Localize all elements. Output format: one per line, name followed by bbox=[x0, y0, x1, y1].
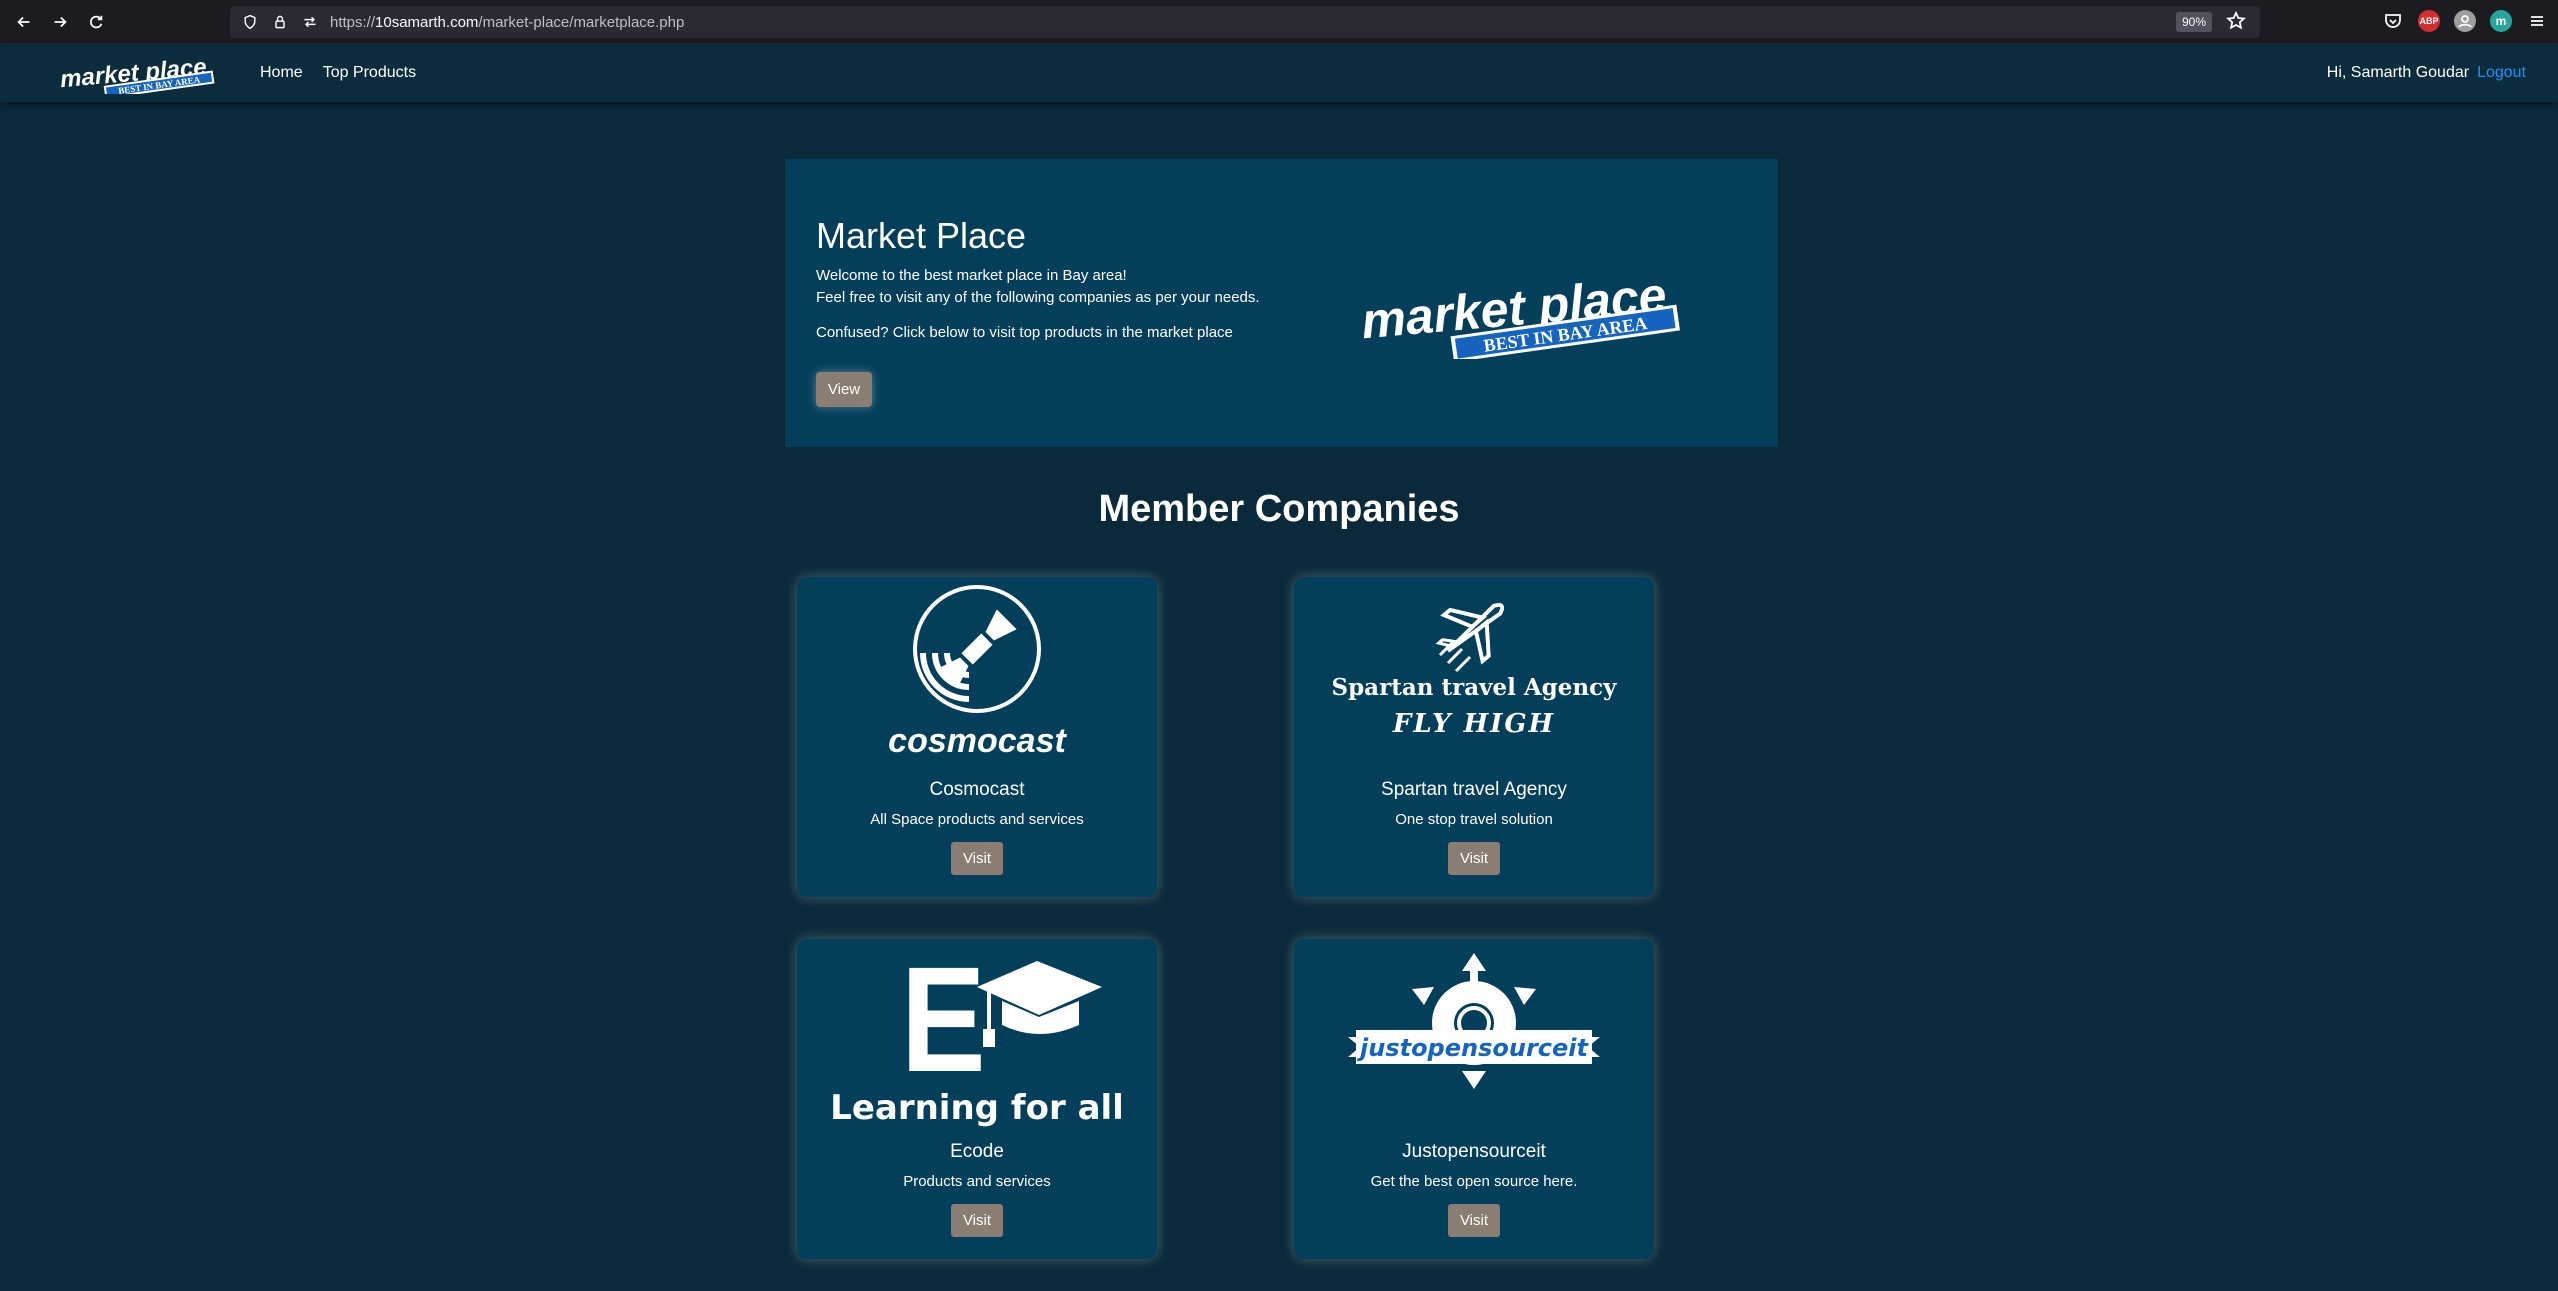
spartan-travel-logo: Spartan travel Agency FLY HIGH bbox=[1331, 602, 1617, 739]
permissions-icon[interactable] bbox=[296, 8, 324, 36]
member-companies-title: Member Companies bbox=[1098, 488, 1460, 530]
logout-link[interactable]: Logout bbox=[2477, 64, 2526, 82]
user-greeting: Hi, Samarth Goudar bbox=[2326, 64, 2470, 81]
url-scheme: https:// bbox=[330, 13, 376, 31]
ecode-logo: E Learning for all bbox=[830, 939, 1124, 1128]
company-description: Get the best open source here. bbox=[1370, 1173, 1578, 1190]
cosmocast-logo-text: cosmocast bbox=[888, 722, 1067, 760]
extension-m-icon[interactable]: m bbox=[2490, 10, 2512, 32]
reload-button[interactable] bbox=[78, 4, 114, 40]
company-description: One stop travel solution bbox=[1395, 811, 1553, 828]
company-description: Products and services bbox=[903, 1173, 1051, 1190]
company-card-cosmocast: cosmocast Cosmocast All Space products a… bbox=[797, 577, 1157, 897]
view-button[interactable]: View bbox=[816, 372, 872, 407]
company-card-ecode: E Learning for all Ecode Products and se… bbox=[797, 939, 1157, 1259]
cosmocast-logo: cosmocast bbox=[888, 585, 1067, 760]
hamburger-menu-icon[interactable] bbox=[2526, 10, 2548, 32]
company-name: Justopensourceit bbox=[1402, 1141, 1546, 1162]
address-bar[interactable]: https://10samarth.com/market-place/marke… bbox=[230, 6, 2260, 38]
nav-link-top-products[interactable]: Top Products bbox=[323, 64, 416, 82]
forward-arrow-icon bbox=[54, 16, 67, 27]
hero-panel: Market Place Welcome to the best market … bbox=[785, 159, 1778, 447]
url-text[interactable]: https://10samarth.com/market-place/marke… bbox=[330, 14, 684, 31]
browser-toolbar: https://10samarth.com/market-place/marke… bbox=[0, 0, 2558, 44]
navbar-logo[interactable]: market place BEST IN BAY AREA bbox=[60, 54, 216, 94]
visit-button-spartan-travel[interactable]: Visit bbox=[1448, 842, 1500, 875]
hero-logo: market place BEST IN BAY AREA bbox=[1359, 267, 1680, 359]
pocket-icon[interactable] bbox=[2382, 10, 2404, 32]
gear-arrows-icon bbox=[1412, 953, 1536, 1089]
hero-welcome-text: Welcome to the best market place in Bay … bbox=[816, 267, 1127, 284]
site-navbar: market place BEST IN BAY AREA Home Top P… bbox=[0, 44, 2558, 102]
url-path: /market-place/marketplace.php bbox=[478, 13, 685, 31]
extension-avatar-icon[interactable] bbox=[2454, 10, 2476, 32]
visit-button-ecode[interactable]: Visit bbox=[951, 1204, 1003, 1237]
adblock-plus-icon[interactable]: ABP bbox=[2418, 10, 2440, 32]
ecode-logo-text: Learning for all bbox=[830, 1088, 1124, 1128]
extensions-area: ABP m bbox=[2382, 10, 2548, 32]
company-name: Ecode bbox=[950, 1141, 1004, 1162]
company-description: All Space products and services bbox=[870, 811, 1084, 828]
spartan-logo-text: Spartan travel Agency bbox=[1331, 674, 1617, 701]
hero-confused-text: Confused? Click below to visit top produ… bbox=[816, 324, 1233, 341]
company-card-justopensourceit: justopensourceit Justopensourceit Get th… bbox=[1294, 939, 1654, 1259]
hero-instructions-text: Feel free to visit any of the following … bbox=[816, 289, 1260, 306]
back-arrow-icon bbox=[17, 16, 30, 27]
justopensourceit-logo-text: justopensourceit bbox=[1356, 1034, 1590, 1062]
lock-icon[interactable] bbox=[266, 8, 294, 36]
company-card-spartan-travel: Spartan travel Agency FLY HIGH Spartan t… bbox=[1294, 577, 1654, 897]
hero-title: Market Place bbox=[816, 215, 1027, 256]
user-area: Hi, Samarth Goudar Logout bbox=[2327, 44, 2526, 102]
airplane-icon bbox=[1435, 602, 1505, 665]
spartan-logo-slogan: FLY HIGH bbox=[1392, 709, 1555, 739]
reload-icon bbox=[90, 15, 103, 28]
bookmark-star-icon[interactable] bbox=[2226, 10, 2248, 33]
visit-button-justopensourceit[interactable]: Visit bbox=[1448, 1204, 1500, 1237]
justopensourceit-logo: justopensourceit bbox=[1348, 953, 1600, 1089]
nav-link-home[interactable]: Home bbox=[260, 64, 303, 82]
satellite-icon bbox=[913, 585, 1041, 713]
url-host: 10samarth.com bbox=[375, 13, 479, 31]
company-name: Cosmocast bbox=[929, 779, 1025, 800]
zoom-level-badge[interactable]: 90% bbox=[2175, 12, 2212, 32]
company-name: Spartan travel Agency bbox=[1381, 779, 1567, 800]
visit-button-cosmocast[interactable]: Visit bbox=[951, 842, 1003, 875]
ecode-logo-letter: E bbox=[901, 939, 986, 1103]
forward-button[interactable] bbox=[42, 4, 78, 40]
tracking-shield-icon[interactable] bbox=[236, 8, 264, 36]
back-button[interactable] bbox=[6, 4, 42, 40]
graduation-cap-icon bbox=[977, 961, 1102, 1047]
nav-links: Home Top Products bbox=[260, 44, 416, 102]
